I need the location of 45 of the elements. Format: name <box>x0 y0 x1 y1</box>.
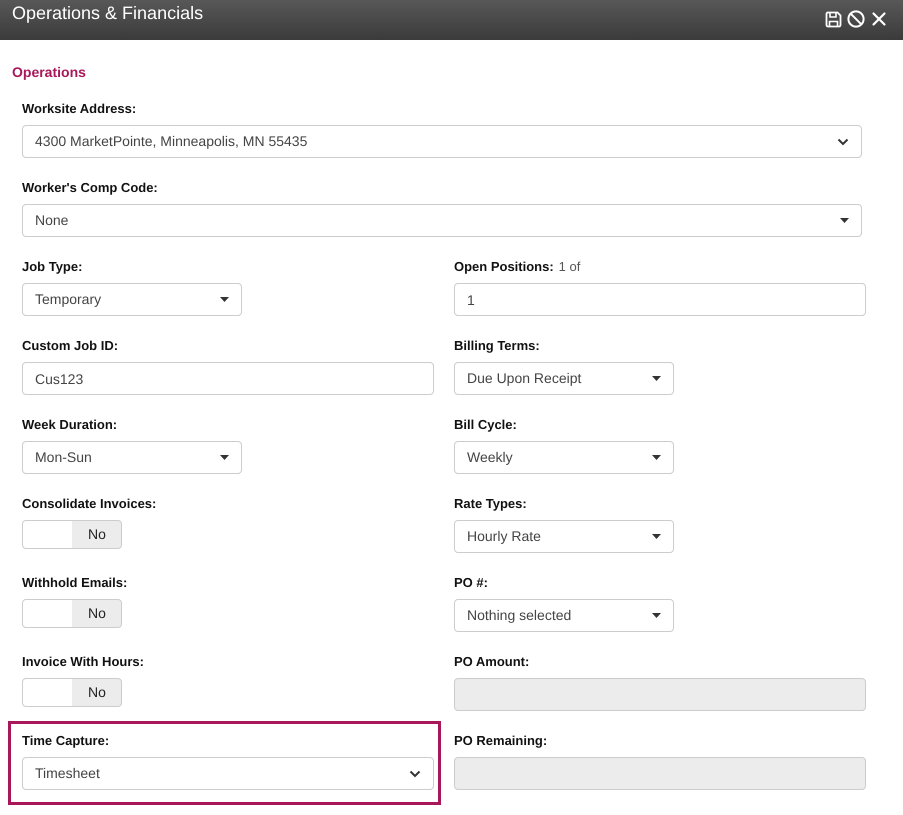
field-note: 1 of <box>558 259 580 275</box>
select-field[interactable]: Temporary <box>22 283 242 316</box>
field-label: Custom Job ID: <box>22 338 118 354</box>
chevron-icon <box>837 138 849 146</box>
caret-icon <box>652 376 661 381</box>
field-label: Rate Types: <box>454 496 527 512</box>
field-label: Bill Cycle: <box>454 417 517 433</box>
text-field[interactable]: Cus123 <box>22 362 434 395</box>
select-field[interactable]: Nothing selected <box>454 599 674 632</box>
select-field[interactable]: Weekly <box>454 441 674 474</box>
field-label: Job Type: <box>22 259 82 275</box>
select-field[interactable]: Mon-Sun <box>22 441 242 474</box>
text-field[interactable]: 1 <box>454 283 866 316</box>
select-field[interactable]: Hourly Rate <box>454 520 674 553</box>
caret-icon <box>220 297 229 302</box>
caret-icon <box>652 534 661 539</box>
field-label: Consolidate Invoices: <box>22 496 156 512</box>
chevron-icon <box>409 770 421 778</box>
section-heading: Operations <box>12 63 86 82</box>
field-label: PO Amount: <box>454 654 530 670</box>
toggle-switch[interactable]: No <box>22 520 122 549</box>
field-label: Invoice With Hours: <box>22 654 144 670</box>
caret-icon <box>220 455 229 460</box>
field-label: Open Positions: <box>454 259 554 275</box>
field-label: Worker's Comp Code: <box>22 180 158 196</box>
field-label: Billing Terms: <box>454 338 540 354</box>
select-field[interactable]: Timesheet <box>22 757 434 790</box>
close-icon[interactable] <box>870 10 888 28</box>
field-label: Withhold Emails: <box>22 575 128 591</box>
ban-icon[interactable] <box>847 10 865 28</box>
select-field[interactable]: 4300 MarketPointe, Minneapolis, MN 55435 <box>22 125 862 158</box>
toggle-switch[interactable]: No <box>22 678 122 707</box>
caret-icon <box>652 613 661 618</box>
field-label: PO Remaining: <box>454 733 548 749</box>
select-field[interactable]: Due Upon Receipt <box>454 362 674 395</box>
select-field[interactable]: None <box>22 204 862 237</box>
caret-icon <box>840 218 849 223</box>
field-label: PO #: <box>454 575 488 591</box>
toggle-switch[interactable]: No <box>22 599 122 628</box>
window-title: Operations & Financials <box>12 2 204 24</box>
field-label: Time Capture: <box>22 733 110 749</box>
caret-icon <box>652 455 661 460</box>
field-label: Worksite Address: <box>22 101 136 117</box>
save-icon[interactable] <box>825 10 842 28</box>
field-label: Week Duration: <box>22 417 118 433</box>
